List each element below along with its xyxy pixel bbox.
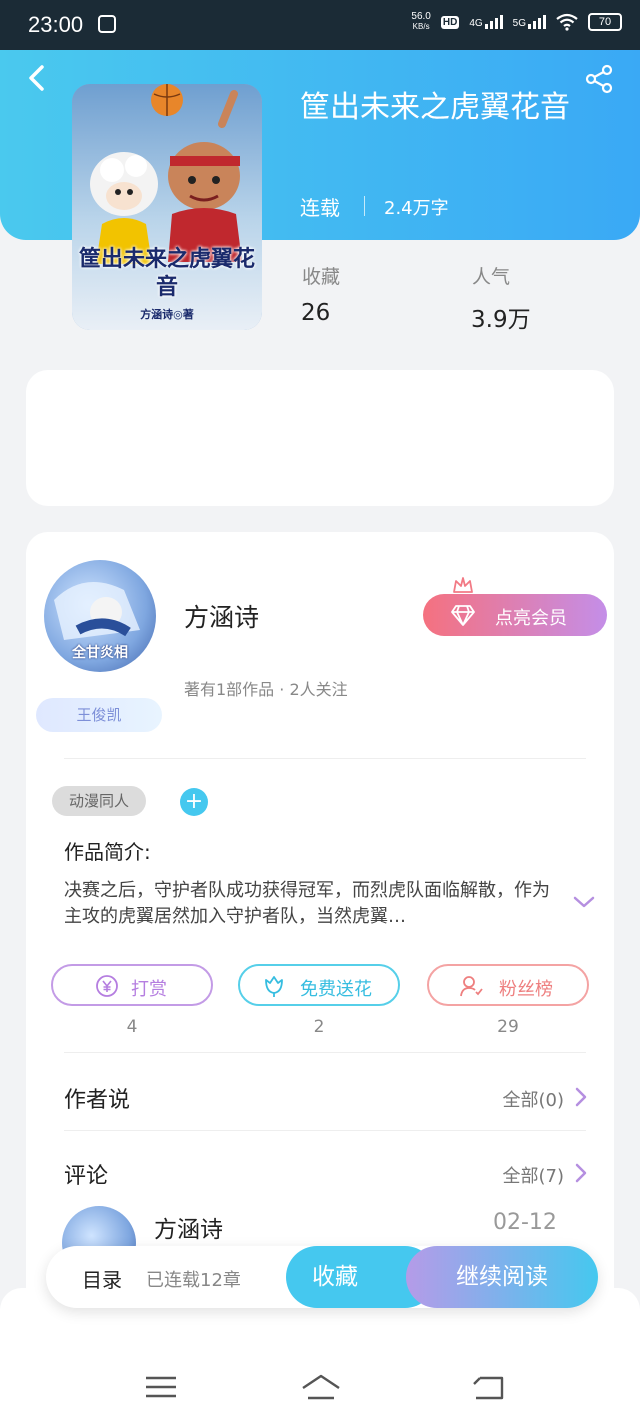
banner-placeholder-card — [26, 370, 614, 506]
fan-ranking-button[interactable]: 粉丝榜 — [427, 964, 589, 1006]
divider — [64, 1052, 586, 1053]
fan-count: 29 — [497, 1017, 519, 1037]
diamond-icon — [451, 605, 475, 626]
popularity-label: 人气 — [472, 266, 511, 288]
book-status: 连载 — [300, 196, 340, 220]
app-notification-icon — [98, 15, 116, 33]
sim2-signal-icon: 5G — [513, 15, 546, 29]
book-cover[interactable]: 筐出未来之虎翼花音 方涵诗◎著 — [72, 84, 262, 330]
vip-activate-button[interactable]: 点亮会员 — [423, 594, 607, 636]
continue-reading-button[interactable]: 继续阅读 — [406, 1246, 598, 1308]
divider — [64, 1130, 586, 1131]
avatar-text: 全甘炎相 — [72, 645, 128, 661]
catalog-button[interactable]: 目录 — [82, 1264, 122, 1293]
flower-count: 2 — [313, 1017, 325, 1037]
fan-ranking-label: 粉丝榜 — [499, 979, 553, 1000]
book-word-count: 2.4万字 — [384, 198, 449, 219]
hd-icon: HD — [440, 15, 460, 29]
back-arrow-icon — [29, 65, 44, 91]
battery-icon: 70 — [588, 13, 622, 31]
chapter-count: 已连载12章 — [146, 1270, 241, 1291]
wifi-icon — [556, 13, 578, 31]
status-time: 23:00 — [28, 12, 84, 37]
favorites-label: 收藏 — [302, 266, 341, 288]
book-title: 筐出未来之虎翼花音 — [300, 90, 570, 125]
comment-date: 02-12 — [493, 1210, 557, 1235]
author-avatar[interactable]: 全甘炎相 — [44, 560, 156, 672]
send-flower-button[interactable]: 免费送花 — [238, 964, 400, 1006]
cover-title-text: 筐出未来之虎翼花音 — [78, 247, 255, 300]
vip-label: 点亮会员 — [495, 608, 567, 629]
back-nav-icon[interactable] — [470, 1372, 506, 1402]
reward-button[interactable]: 打赏 — [51, 964, 213, 1006]
comments-all-link[interactable]: 全部(7) — [503, 1162, 565, 1188]
system-nav-bar — [0, 1288, 640, 1427]
comment-username[interactable]: 方涵诗 — [154, 1210, 223, 1244]
divider — [64, 758, 586, 759]
intro-heading: 作品简介: — [64, 840, 151, 864]
back-button[interactable] — [24, 64, 52, 92]
flower-icon — [265, 976, 283, 997]
author-name[interactable]: 方涵诗 — [184, 598, 259, 634]
home-icon[interactable] — [300, 1372, 342, 1402]
author-says-title: 作者说 — [64, 1088, 131, 1113]
user-icon — [460, 976, 483, 997]
status-separator — [364, 196, 365, 216]
chevron-down-icon[interactable] — [572, 894, 596, 910]
cover-author-text: 方涵诗◎著 — [140, 308, 194, 321]
net-speed: 56.0 KB/s — [411, 11, 431, 32]
chevron-right-icon[interactable] — [574, 1162, 588, 1184]
comments-title: 评论 — [64, 1164, 109, 1189]
author-meta: 著有1部作品 · 2人关注 — [184, 680, 348, 699]
status-bar: 23:00 56.0 KB/s HD 4G 5G 70 — [0, 0, 640, 50]
intro-text[interactable]: 决赛之后，守护者队成功获得冠军，而烈虎队面临解散，作为主攻的虎翼居然加入守护者队… — [64, 878, 550, 930]
menu-icon[interactable] — [143, 1372, 179, 1402]
author-says-all-link[interactable]: 全部(0) — [503, 1086, 565, 1112]
flower-label: 免费送花 — [300, 979, 372, 1000]
genre-tag[interactable]: 动漫同人 — [52, 786, 146, 816]
status-indicators: 56.0 KB/s HD 4G 5G 70 — [411, 12, 622, 32]
crown-icon — [453, 577, 473, 593]
favorites-value: 26 — [301, 300, 331, 326]
chevron-right-icon[interactable] — [574, 1086, 588, 1108]
reward-label: 打赏 — [131, 979, 167, 1000]
yen-icon — [96, 975, 118, 997]
sim1-signal-icon: 4G — [469, 15, 503, 29]
fan-badge[interactable]: 王俊凯 — [36, 698, 162, 732]
popularity-value: 3.9万 — [471, 307, 531, 333]
reward-count: 4 — [126, 1017, 138, 1037]
add-tag-button[interactable]: + — [180, 788, 208, 816]
